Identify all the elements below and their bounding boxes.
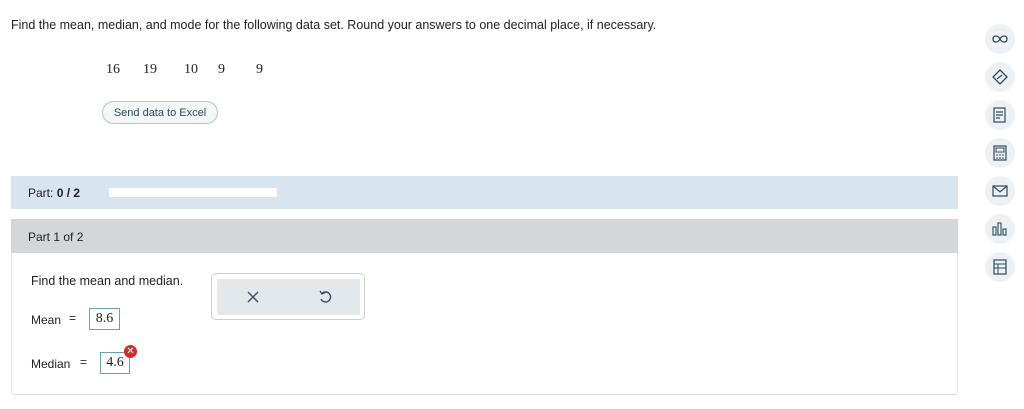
calculator-icon [993,145,1007,161]
infinity-button[interactable] [985,24,1015,54]
part-progress-bar: Part: 0 / 2 [11,176,958,209]
infinity-icon [992,35,1008,43]
part-progress-count: 0 / 2 [56,186,81,200]
data-value: 9 [218,62,225,77]
spreadsheet-button[interactable] [985,252,1015,282]
mean-label: Mean [31,313,62,327]
question-text: Find the mean, median, and mode for the … [11,18,657,32]
calculator-button[interactable] [985,138,1015,168]
median-equals-sign: = [80,355,88,369]
bar-chart-icon [992,222,1007,236]
incorrect-icon: ✕ [124,345,137,358]
compass-icon [992,69,1008,85]
data-value: 10 [184,62,198,77]
median-label: Median [31,357,71,371]
close-icon [247,291,259,303]
part-progress-label: Part: 0 / 2 [28,186,80,200]
mean-equals-sign: = [69,311,77,325]
part-prefix: Part: [28,186,57,200]
spreadsheet-icon [993,259,1007,275]
data-value: 19 [143,62,157,77]
mail-button[interactable] [985,176,1015,206]
notes-icon [993,107,1006,123]
data-value: 9 [256,62,263,77]
send-data-to-excel-button[interactable]: Send data to Excel [102,101,218,124]
bar-chart-button[interactable] [985,214,1015,244]
part-header: Part 1 of 2 [11,219,958,253]
mean-input[interactable]: 8.6 [89,308,120,330]
answer-tools-bar [217,279,360,315]
instruction-text: Find the mean and median. [31,274,184,288]
compass-button[interactable] [985,62,1015,92]
progress-track [109,188,277,197]
answer-tools-popup [211,273,365,320]
data-value: 16 [106,62,120,77]
notes-button[interactable] [985,100,1015,130]
mail-icon [992,185,1008,197]
part-header-label: Part 1 of 2 [28,230,84,244]
clear-button[interactable] [241,285,265,309]
undo-icon [319,290,332,303]
undo-button[interactable] [313,285,337,309]
